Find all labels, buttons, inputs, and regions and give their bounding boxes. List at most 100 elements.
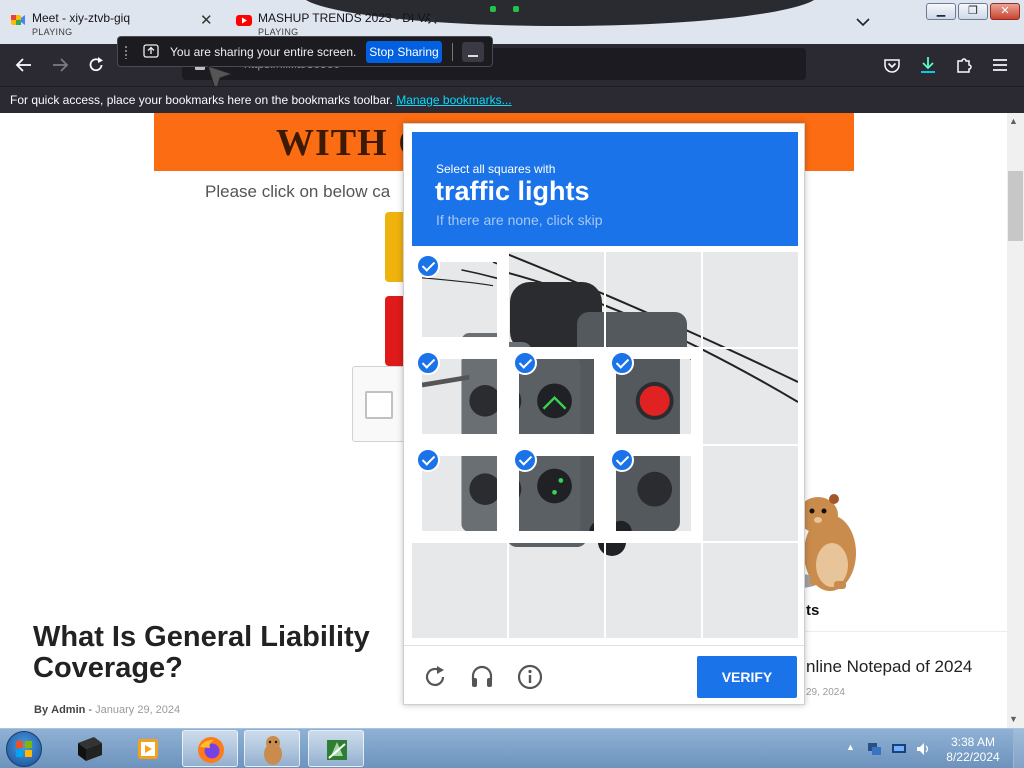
reload-icon[interactable] <box>86 55 106 75</box>
captcha-tile-image <box>606 252 701 347</box>
article-date: January 29, 2024 <box>95 704 181 716</box>
hamster-icon <box>264 736 282 765</box>
media-player-icon <box>138 739 158 759</box>
info-icon[interactable] <box>517 664 543 690</box>
network-icon[interactable] <box>866 741 882 757</box>
page-instruction: Please click on below ca <box>205 182 391 201</box>
captcha-header: Select all squares with traffic lights I… <box>412 132 798 246</box>
clock-date: 8/22/2024 <box>946 750 1000 764</box>
notepad-icon <box>327 740 347 760</box>
captcha-tile[interactable] <box>606 252 701 347</box>
taskbar-app-notepad[interactable] <box>308 730 364 767</box>
selected-check-icon <box>513 351 537 375</box>
recording-indicator-icon <box>490 6 496 12</box>
volume-icon[interactable] <box>915 741 931 757</box>
minimize-sharing-bar-button[interactable] <box>462 42 484 62</box>
article-meta: By Admin - January 29, 2024 <box>34 704 181 716</box>
bookmarks-toolbar: For quick access, place your bookmarks h… <box>0 86 1024 113</box>
back-arrow-icon[interactable] <box>14 55 34 75</box>
scroll-down-icon[interactable]: ▼ <box>1009 714 1018 724</box>
manage-bookmarks-link[interactable]: Manage bookmarks... <box>396 93 511 107</box>
selected-check-icon <box>513 448 537 472</box>
captcha-tile-image <box>412 543 507 638</box>
captcha-tile-image <box>703 349 798 444</box>
robot-checkbox[interactable] <box>365 391 393 419</box>
tab-youtube[interactable]: MASHUP TRENDS 2023 - DI VA PLAYING ✕ <box>226 4 448 40</box>
selected-check-icon <box>610 351 634 375</box>
display-icon[interactable] <box>891 741 907 757</box>
drag-handle-icon[interactable] <box>124 45 128 59</box>
captcha-tile[interactable] <box>509 543 604 638</box>
taskbar-app-hamster[interactable] <box>244 730 300 767</box>
black-box-icon <box>78 737 102 761</box>
verify-button[interactable]: VERIFY <box>697 656 797 698</box>
selected-check-icon <box>416 351 440 375</box>
pocket-icon[interactable] <box>882 55 902 75</box>
clock-time: 3:38 AM <box>950 735 996 749</box>
captcha-tile-image <box>703 446 798 541</box>
sharing-message: You are sharing your entire screen. <box>170 45 357 59</box>
bookmarks-hint-text: For quick access, place your bookmarks h… <box>10 93 393 107</box>
captcha-hint: If there are none, click skip <box>436 212 603 228</box>
downloads-icon[interactable] <box>918 55 938 75</box>
captcha-tile[interactable] <box>606 543 701 638</box>
youtube-icon <box>236 15 252 26</box>
captcha-tile[interactable] <box>412 543 507 638</box>
minimize-window-button[interactable]: ▁ <box>926 3 956 20</box>
article-author[interactable]: Admin <box>51 704 85 716</box>
bookmarks-empty-message: For quick access, place your bookmarks h… <box>10 93 512 107</box>
captcha-tile[interactable] <box>703 543 798 638</box>
close-window-button[interactable]: ✕ <box>990 3 1020 20</box>
taskbar-app-terminal[interactable] <box>62 730 118 767</box>
show-desktop-button[interactable] <box>1013 729 1024 768</box>
divider <box>452 43 453 61</box>
captcha-dialog: Select all squares with traffic lights I… <box>403 123 805 705</box>
close-icon[interactable]: ✕ <box>426 13 439 28</box>
captcha-target: traffic lights <box>435 176 590 206</box>
start-button[interactable] <box>6 731 42 767</box>
meet-icon <box>11 15 25 25</box>
captcha-tile-image <box>606 543 701 638</box>
close-icon[interactable]: ✕ <box>200 13 213 28</box>
forward-arrow-icon[interactable] <box>50 55 70 75</box>
sidebar-article-date: 29, 2024 <box>806 687 845 698</box>
divider <box>790 631 1007 632</box>
firefox-icon <box>198 737 224 763</box>
tray-expand-icon[interactable]: ▲ <box>846 742 855 752</box>
recording-indicator-icon <box>513 6 519 12</box>
article-title[interactable]: What Is General Liability Coverage? <box>33 622 433 684</box>
captcha-tile[interactable] <box>703 252 798 347</box>
tab-meet[interactable]: Meet - xiy-ztvb-giq PLAYING ✕ <box>0 4 222 40</box>
captcha-tile-image <box>703 543 798 638</box>
windows-logo-icon <box>16 741 32 757</box>
captcha-tile[interactable] <box>703 349 798 444</box>
sidebar-heading: ts <box>806 602 820 619</box>
audio-icon[interactable] <box>469 664 495 690</box>
system-clock[interactable]: 3:38 AM 8/22/2024 <box>940 735 1006 765</box>
screen-share-icon <box>143 44 159 58</box>
taskbar-app-firefox[interactable] <box>182 730 238 767</box>
author-prefix: By <box>34 704 49 716</box>
tab-playing-label: PLAYING <box>32 27 73 37</box>
reload-icon[interactable] <box>422 664 448 690</box>
captcha-tile-image <box>703 252 798 347</box>
scroll-up-icon[interactable]: ▲ <box>1009 116 1018 126</box>
captcha-tile-image <box>509 252 604 347</box>
restore-window-button[interactable]: ❐ <box>958 3 988 20</box>
selected-check-icon <box>416 448 440 472</box>
tab-title: MASHUP TRENDS 2023 - DI VA <box>258 11 433 25</box>
chevron-down-icon[interactable] <box>854 13 872 31</box>
captcha-tile-image <box>509 543 604 638</box>
captcha-footer: VERIFY <box>404 645 804 705</box>
captcha-tile[interactable] <box>703 446 798 541</box>
windows-taskbar: ▲ 3:38 AM 8/22/2024 <box>0 728 1024 768</box>
extensions-icon[interactable] <box>954 55 974 75</box>
scrollbar-thumb[interactable] <box>1008 171 1023 241</box>
captcha-image-grid <box>412 252 798 638</box>
sidebar-article-link[interactable]: nline Notepad of 2024 <box>806 657 972 677</box>
stop-sharing-button[interactable]: Stop Sharing <box>366 41 442 63</box>
taskbar-app-media-player[interactable] <box>120 730 176 767</box>
menu-hamburger-icon[interactable] <box>990 55 1010 75</box>
captcha-tile[interactable] <box>509 252 604 347</box>
screen-sharing-bar: You are sharing your entire screen. Stop… <box>117 36 493 67</box>
